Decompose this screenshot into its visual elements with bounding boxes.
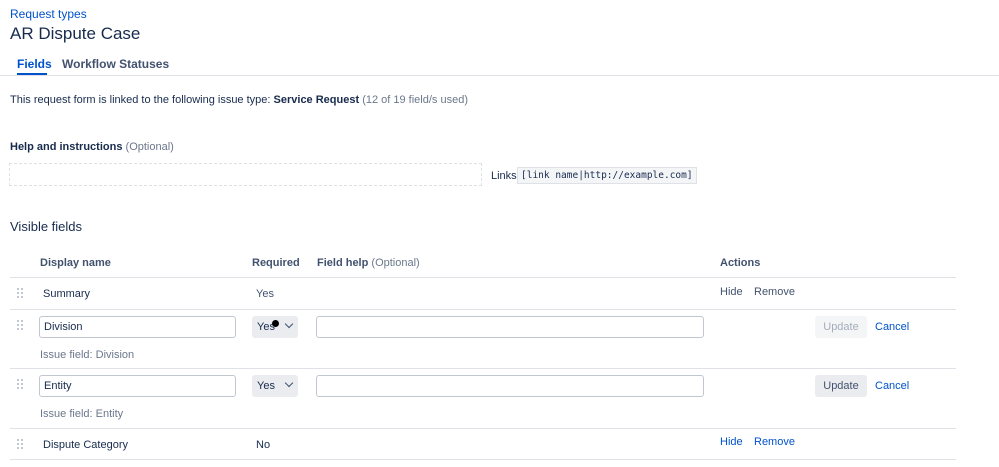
drag-handle-icon[interactable] <box>17 379 23 391</box>
help-optional-text: (Optional) <box>125 141 174 153</box>
required-select-value: Yes <box>257 380 275 392</box>
row-divider <box>10 459 956 460</box>
tab-workflow-statuses[interactable]: Workflow Statuses <box>62 57 169 71</box>
description-prefix: This request form is linked to the follo… <box>10 94 271 106</box>
cancel-button-division[interactable]: Cancel <box>875 321 909 333</box>
row-divider <box>10 428 956 429</box>
chevron-down-icon <box>284 378 294 388</box>
required-value-dispute-category: No <box>256 439 271 451</box>
issue-type-description: This request form is linked to the follo… <box>10 94 468 106</box>
field-usage-count: (12 of 19 field/s used) <box>362 94 468 106</box>
field-help-input-entity[interactable] <box>316 375 704 397</box>
help-instructions-input[interactable] <box>9 163 482 186</box>
field-help-input-division[interactable] <box>316 316 704 338</box>
table-header-divider <box>10 277 956 278</box>
remove-button-dispute-category[interactable]: Remove <box>754 436 795 448</box>
cancel-button-entity[interactable]: Cancel <box>875 380 909 392</box>
issue-type-name: Service Request <box>273 94 360 106</box>
update-button-division[interactable]: Update <box>815 316 867 338</box>
display-name-input-entity[interactable]: Entity <box>39 375 236 397</box>
column-field-help: Field help (Optional) <box>317 257 420 269</box>
row-divider <box>10 368 956 369</box>
chevron-down-icon <box>284 319 294 329</box>
drag-handle-icon[interactable] <box>17 439 23 451</box>
drag-handle-icon[interactable] <box>17 288 23 300</box>
links-syntax-example: [link name|http://example.com] <box>517 167 697 184</box>
drag-handle-icon[interactable] <box>17 320 23 332</box>
column-required: Required <box>252 257 300 269</box>
tab-fields[interactable]: Fields <box>17 57 52 71</box>
required-select-entity[interactable]: Yes <box>252 375 298 397</box>
column-display-name: Display name <box>40 257 111 269</box>
hide-button-dispute-category[interactable]: Hide <box>720 436 743 448</box>
help-instructions-label: Help and instructions (Optional) <box>10 141 174 153</box>
field-name-summary: Summary <box>43 288 91 300</box>
column-field-help-label: Field help <box>317 257 369 269</box>
hide-button-summary[interactable]: Hide <box>720 286 743 298</box>
row-divider <box>10 309 956 310</box>
page-title: AR Dispute Case <box>10 24 141 43</box>
column-field-help-optional: (Optional) <box>371 257 420 269</box>
links-label: Links <box>491 170 517 182</box>
help-label-text: Help and instructions <box>10 141 123 153</box>
column-actions: Actions <box>720 257 761 269</box>
display-name-input-division[interactable]: Division <box>39 316 236 338</box>
mouse-cursor-icon <box>272 320 279 327</box>
issue-field-entity: Issue field: Entity <box>40 408 124 420</box>
remove-button-summary[interactable]: Remove <box>754 286 795 298</box>
required-value-summary: Yes <box>256 288 274 300</box>
tabs-divider <box>0 75 999 76</box>
update-button-entity[interactable]: Update <box>815 375 867 397</box>
breadcrumb-request-types[interactable]: Request types <box>10 7 87 21</box>
issue-field-division: Issue field: Division <box>40 349 135 361</box>
visible-fields-title: Visible fields <box>10 219 83 234</box>
field-name-dispute-category: Dispute Category <box>43 439 128 451</box>
